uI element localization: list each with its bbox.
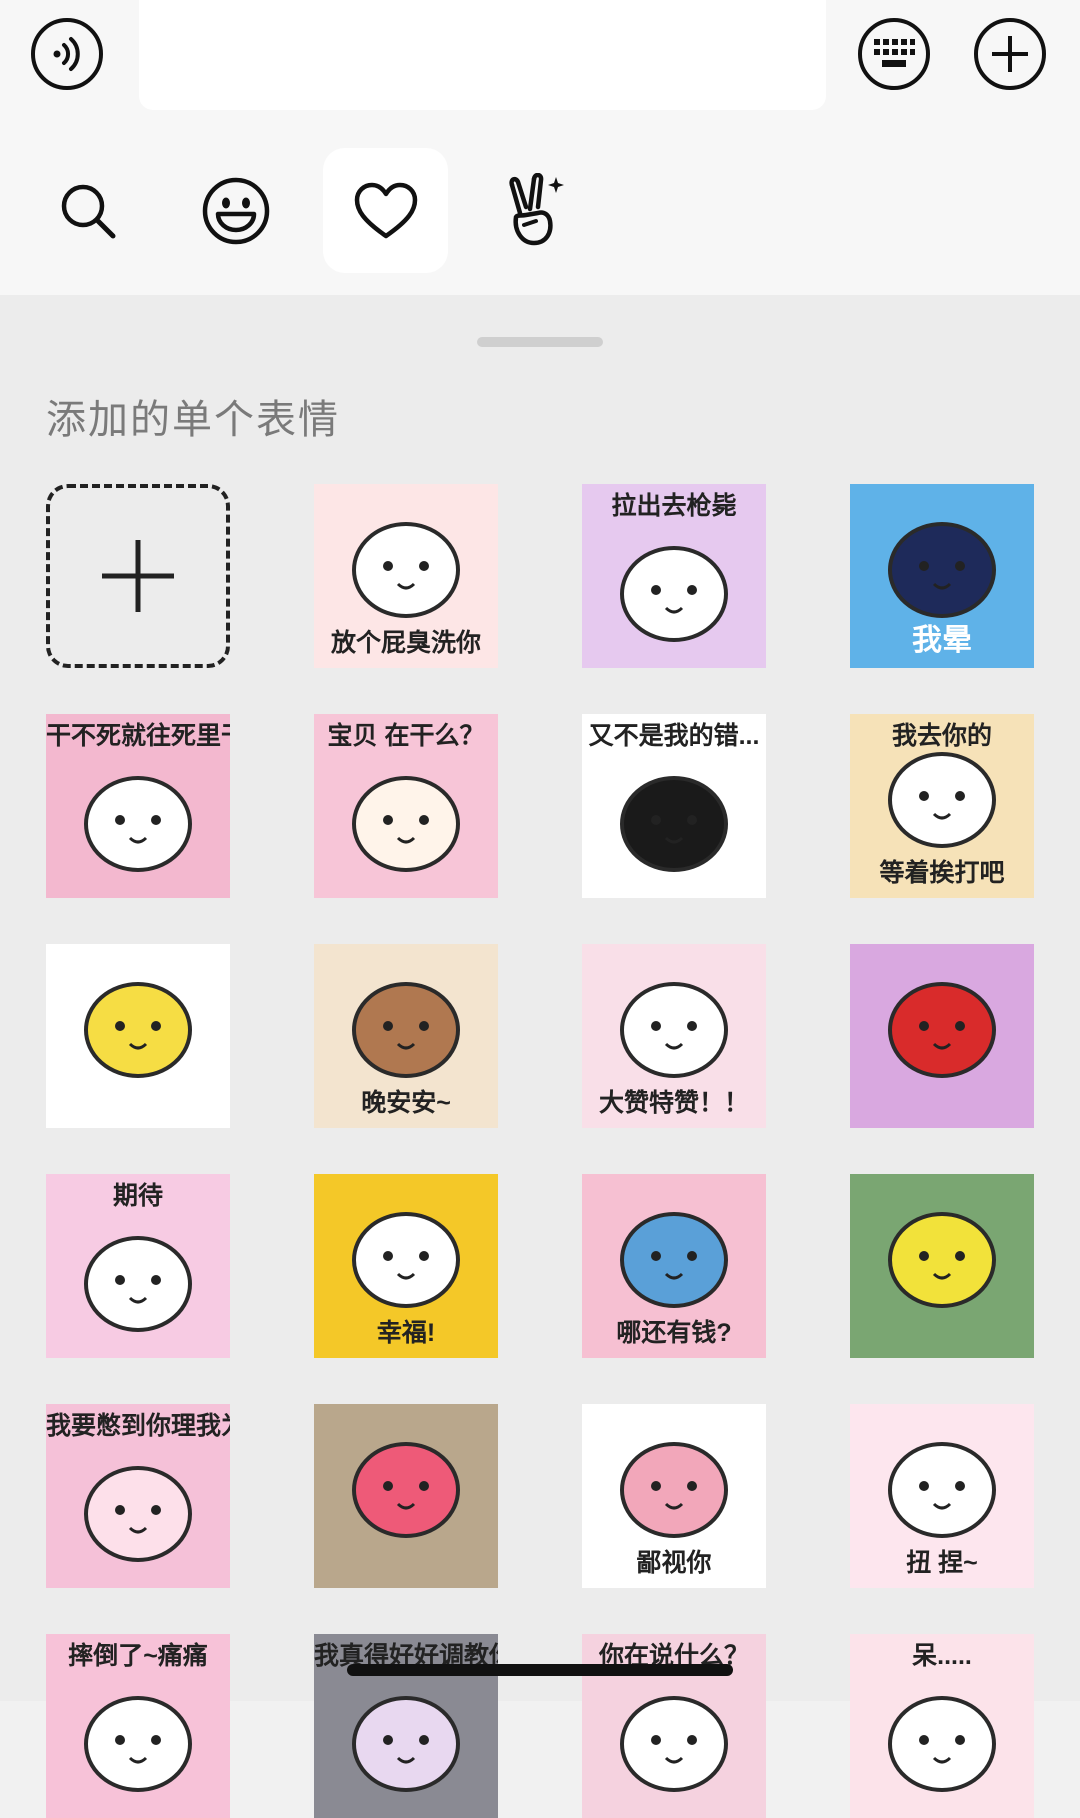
victory-hand-icon — [508, 172, 564, 245]
voice-icon — [53, 37, 80, 71]
sticker-caption: 期待 — [112, 1182, 163, 1210]
sticker-caption: 放个屁臭洗你 — [330, 629, 481, 657]
sticker-caption: 摔倒了~痛痛 — [68, 1642, 208, 1670]
message-input[interactable] — [139, 0, 826, 110]
sticker-item[interactable]: 呆..... — [850, 1634, 1034, 1818]
sticker-caption: 鄙视你 — [636, 1549, 712, 1577]
sticker-item[interactable]: 我要憋到你理我为止 — [46, 1404, 230, 1588]
heart-icon — [354, 182, 417, 238]
sticker-item[interactable]: 鄙视你 — [582, 1404, 766, 1588]
tab-emoji[interactable] — [173, 148, 298, 273]
sticker-item[interactable]: 哪还有钱? — [582, 1174, 766, 1358]
sticker-item[interactable]: 拉出去枪毙 — [582, 484, 766, 668]
sticker-item[interactable]: 宝贝 在干么？ — [314, 714, 498, 898]
sticker-image — [84, 982, 192, 1078]
plus-icon — [102, 540, 174, 612]
sticker-item[interactable]: 幸福! — [314, 1174, 498, 1358]
sticker-item[interactable] — [314, 1404, 498, 1588]
drag-handle[interactable] — [477, 337, 603, 347]
sticker-item[interactable]: 晚安安~ — [314, 944, 498, 1128]
home-indicator[interactable] — [347, 1664, 733, 1676]
more-options-button[interactable] — [974, 18, 1046, 90]
sticker-caption: 我要憋到你理我为止 — [46, 1412, 230, 1440]
sticker-item[interactable]: 摔倒了~痛痛 — [46, 1634, 230, 1818]
sticker-item[interactable]: 你在说什么？ — [582, 1634, 766, 1818]
sticker-item[interactable]: 又不是我的错... — [582, 714, 766, 898]
tab-favorites[interactable] — [323, 148, 448, 273]
sticker-caption: 晚安安~ — [361, 1089, 451, 1117]
tab-search[interactable] — [25, 148, 150, 273]
sticker-caption: 我去你的 — [891, 722, 992, 750]
sticker-item[interactable]: 大赞特赞！！ — [582, 944, 766, 1128]
sticker-item[interactable] — [46, 944, 230, 1128]
sticker-caption: 幸福! — [376, 1319, 436, 1347]
sticker-item[interactable]: 我去你的 等着挨打吧 — [850, 714, 1034, 898]
sticker-item[interactable]: 期待 — [46, 1174, 230, 1358]
sticker-image — [888, 1212, 996, 1308]
tab-gestures[interactable] — [473, 148, 598, 273]
section-title: 添加的单个表情 — [46, 398, 340, 442]
sticker-image — [352, 1442, 460, 1538]
plus-icon — [992, 36, 1028, 72]
sticker-caption: 宝贝 在干么？ — [327, 722, 485, 750]
search-icon — [61, 184, 115, 238]
sticker-caption: 哪还有钱? — [616, 1319, 732, 1347]
sticker-item[interactable] — [850, 1174, 1034, 1358]
voice-input-button[interactable] — [31, 18, 103, 90]
sticker-grid: 放个屁臭洗你 拉出去枪毙我晕干不死就往死里干 宝贝 在干么？ 又不是我的错... 我去你… — [46, 484, 1034, 1818]
sticker-image — [888, 982, 996, 1078]
add-sticker-button[interactable] — [46, 484, 230, 668]
input-bar — [0, 0, 1080, 295]
sticker-item[interactable]: 放个屁臭洗你 — [314, 484, 498, 668]
sticker-panel: 添加的单个表情 放个屁臭洗你 拉出去枪毙我晕干不死就往死里干 宝贝 在干么？ 又不是我… — [0, 295, 1080, 1818]
sticker-item[interactable]: 干不死就往死里干 — [46, 714, 230, 898]
sticker-caption: 等着挨打吧 — [879, 859, 1005, 887]
sticker-item[interactable]: 我真得好好调教你了 — [314, 1634, 498, 1818]
sticker-item[interactable]: 扭 捏~ — [850, 1404, 1034, 1588]
sticker-caption: 扭 捏~ — [906, 1549, 978, 1577]
sticker-item[interactable] — [850, 944, 1034, 1128]
keyboard-icon — [874, 39, 915, 67]
sticker-caption: 呆..... — [912, 1642, 972, 1670]
sticker-caption: 我晕 — [912, 624, 972, 657]
sticker-item[interactable]: 我晕 — [850, 484, 1034, 668]
sticker-caption: 干不死就往死里干 — [46, 722, 230, 750]
smiley-icon — [202, 177, 269, 244]
keyboard-button[interactable] — [858, 18, 930, 90]
sticker-caption: 又不是我的错... — [588, 722, 760, 750]
sticker-caption: 大赞特赞！！ — [598, 1089, 749, 1117]
sticker-caption: 拉出去枪毙 — [611, 492, 737, 520]
